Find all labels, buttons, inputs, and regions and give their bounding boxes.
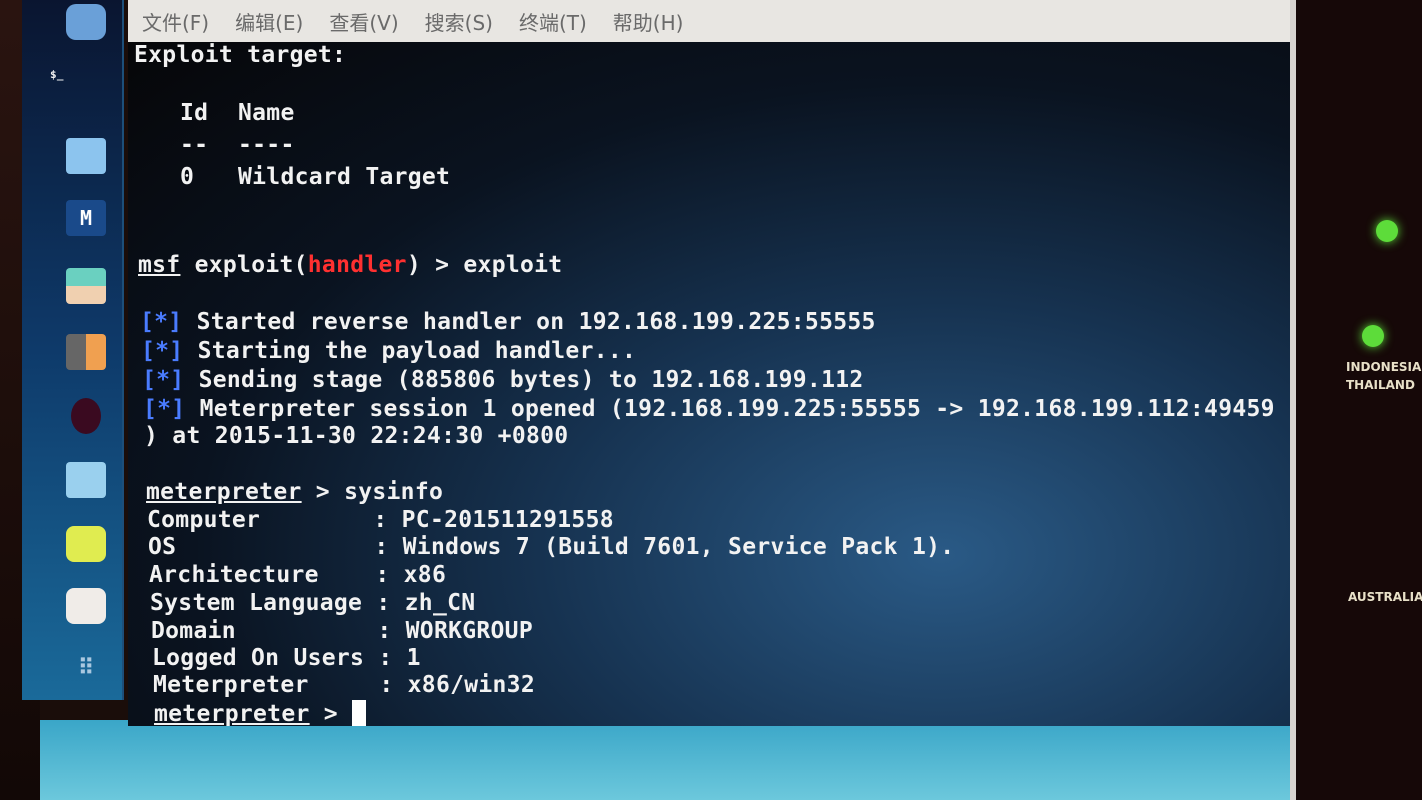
- menu-file[interactable]: 文件(F): [142, 7, 209, 36]
- desktop-bottom: [40, 720, 1290, 800]
- dock: $_ M ⠿: [22, 0, 124, 700]
- status-marker: [*]: [142, 367, 185, 393]
- show-apps-icon[interactable]: ⠿: [66, 650, 106, 686]
- status-marker: [*]: [141, 338, 184, 364]
- prompt-text: >: [301, 479, 345, 505]
- target-name: Wildcard Target: [238, 164, 451, 190]
- sysinfo-prompt-line: meterpreter > sysinfo: [146, 479, 443, 505]
- sysinfo-value: WORKGROUP: [405, 618, 533, 644]
- sysinfo-value: 1: [406, 645, 421, 671]
- sysinfo-row: System Language : zh_CN: [150, 590, 475, 616]
- sysinfo-row: Architecture : x86: [149, 562, 446, 588]
- faraday-icon[interactable]: [66, 462, 106, 498]
- sysinfo-value: x86/win32: [407, 672, 535, 698]
- status-line: [*] Starting the payload handler...: [141, 338, 636, 364]
- target-header-name: Name: [238, 100, 295, 126]
- sysinfo-key: Computer: [147, 507, 374, 533]
- meterpreter-prompt: meterpreter: [154, 701, 310, 726]
- status-wrap-line: ) at 2015-11-30 22:24:30 +0800: [144, 423, 569, 449]
- notes-icon[interactable]: [66, 526, 106, 562]
- map-label: INDONESIA: [1346, 360, 1422, 374]
- sysinfo-key: Architecture: [149, 562, 376, 588]
- status-text: Meterpreter session 1 opened (192.168.19…: [199, 396, 1275, 422]
- module-name: handler: [307, 252, 407, 278]
- meterpreter-prompt: meterpreter: [146, 479, 302, 505]
- status-text: Started reverse handler on 192.168.199.2…: [196, 309, 876, 335]
- map-marker-icon: [1362, 325, 1384, 347]
- kali-icon[interactable]: [66, 4, 106, 40]
- maltego-icon[interactable]: M: [66, 200, 106, 236]
- prompt-text: exploit(: [180, 252, 308, 278]
- sysinfo-sep: :: [377, 618, 406, 644]
- map-marker-icon: [1376, 220, 1398, 242]
- blank-app-icon[interactable]: [66, 588, 106, 624]
- prompt-text: >: [309, 701, 353, 726]
- sysinfo-key: OS: [148, 534, 375, 560]
- map-label: AUSTRALIA: [1348, 590, 1422, 604]
- sysinfo-row: Domain : WORKGROUP: [151, 618, 533, 644]
- armitage-icon[interactable]: [66, 268, 106, 304]
- status-line: [*] Sending stage (885806 bytes) to 192.…: [142, 367, 864, 393]
- target-sep: ----: [238, 132, 295, 158]
- sysinfo-sep: :: [379, 672, 408, 698]
- status-line: [*] Started reverse handler on 192.168.1…: [140, 309, 876, 335]
- terminal-output[interactable]: Exploit target: Id Name -- ---- 0 Wildca…: [128, 42, 1290, 726]
- sysinfo-value: PC-201511291558: [401, 507, 614, 533]
- status-line: [*] Meterpreter session 1 opened (192.16…: [143, 396, 1275, 422]
- sysinfo-key: Logged On Users: [152, 645, 379, 671]
- command: exploit: [463, 252, 563, 278]
- menu-terminal[interactable]: 终端(T): [519, 7, 587, 36]
- msf-prompt: msf: [138, 252, 181, 278]
- sysinfo-sep: :: [376, 590, 405, 616]
- sysinfo-value: x86: [403, 562, 447, 588]
- current-prompt-line[interactable]: meterpreter >: [154, 700, 367, 726]
- metasploit-icon[interactable]: [71, 398, 101, 434]
- cursor: [352, 700, 367, 726]
- sysinfo-value: zh_CN: [404, 590, 476, 616]
- map-label: THAILAND: [1346, 378, 1415, 392]
- burpsuite-icon[interactable]: [66, 334, 106, 370]
- terminal-shortcut-label: $_: [50, 68, 64, 81]
- menu-bar: 文件(F) 编辑(E) 查看(V) 搜索(S) 终端(T) 帮助(H): [128, 0, 1290, 42]
- sysinfo-row: OS : Windows 7 (Build 7601, Service Pack…: [148, 534, 954, 560]
- sysinfo-row: Logged On Users : 1: [152, 645, 421, 671]
- sysinfo-value: Windows 7 (Build 7601, Service Pack 1).: [402, 534, 955, 560]
- sysinfo-sep: :: [373, 507, 402, 533]
- status-text: Starting the payload handler...: [197, 338, 637, 364]
- sysinfo-sep: :: [375, 562, 404, 588]
- status-marker: [*]: [143, 396, 186, 422]
- exploit-target-heading: Exploit target:: [134, 42, 347, 68]
- background-map: INDONESIA THAILAND AUSTRALIA: [1290, 0, 1422, 800]
- command: sysinfo: [344, 479, 444, 505]
- status-text: Sending stage (885806 bytes) to 192.168.…: [198, 367, 864, 393]
- sysinfo-row: Meterpreter : x86/win32: [153, 672, 535, 698]
- sysinfo-row: Computer : PC-201511291558: [147, 507, 614, 533]
- menu-edit[interactable]: 编辑(E): [235, 7, 303, 36]
- sysinfo-key: Domain: [151, 618, 378, 644]
- sysinfo-sep: :: [378, 645, 407, 671]
- msf-prompt-line: msf exploit(handler) > exploit: [138, 252, 562, 278]
- sysinfo-sep: :: [374, 534, 403, 560]
- prompt-text: ) >: [406, 252, 464, 278]
- menu-help[interactable]: 帮助(H): [613, 7, 684, 36]
- target-sep: --: [180, 132, 209, 158]
- status-marker: [*]: [140, 309, 183, 335]
- files-icon[interactable]: [66, 138, 106, 174]
- menu-search[interactable]: 搜索(S): [425, 7, 493, 36]
- sysinfo-key: Meterpreter: [153, 672, 380, 698]
- sysinfo-key: System Language: [150, 590, 377, 616]
- target-id: 0: [180, 164, 195, 190]
- target-header-id: Id: [180, 100, 209, 126]
- menu-view[interactable]: 查看(V): [329, 7, 398, 36]
